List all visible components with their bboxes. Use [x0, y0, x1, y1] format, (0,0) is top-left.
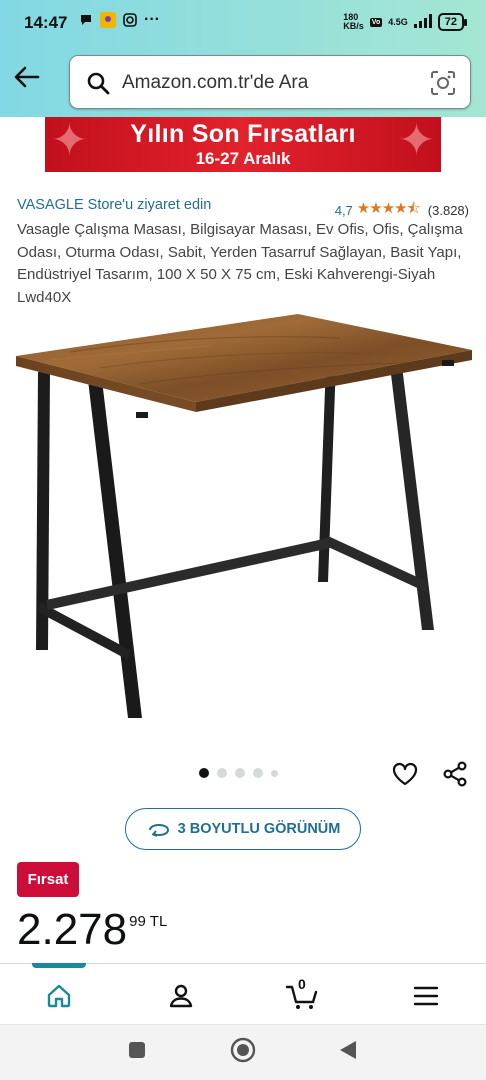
view-3d-label: 3 BOYUTLU GÖRÜNÜM: [177, 821, 341, 837]
triangle-back-icon: [340, 1041, 356, 1059]
net-speed: 180 KB/s: [343, 12, 364, 31]
camera-lens-icon[interactable]: [430, 70, 456, 101]
more-dots-icon: ···: [144, 11, 160, 28]
store-link[interactable]: VASAGLE Store'u ziyaret edin: [17, 197, 211, 213]
bottom-nav: 0: [0, 963, 486, 1023]
price-fraction: 99: [129, 913, 146, 930]
nav-menu[interactable]: [406, 976, 446, 1016]
app-badge-icon: [100, 12, 116, 28]
banner-subtitle: 16-27 Aralık: [195, 149, 291, 168]
product-title: Vasagle Çalışma Masası, Bilgisayar Masas…: [17, 221, 463, 306]
status-time: 14:47: [24, 13, 68, 32]
view-3d-button[interactable]: 3 BOYUTLU GÖRÜNÜM: [125, 808, 361, 850]
carousel-dot[interactable]: [235, 768, 245, 778]
carousel-dot[interactable]: [271, 769, 278, 777]
heart-icon: [392, 762, 418, 786]
search-input[interactable]: Amazon.com.tr'de Ara: [122, 72, 308, 94]
banner-title: Yılın Son Fırsatları: [130, 120, 356, 148]
square-icon: [129, 1042, 145, 1058]
battery-icon: 72: [437, 13, 468, 31]
user-icon: [169, 984, 193, 1008]
nav-home[interactable]: [39, 976, 79, 1016]
recent-apps-button[interactable]: [128, 1041, 146, 1064]
chat-icon: [78, 12, 94, 28]
share-icon: [443, 761, 467, 787]
back-system-button[interactable]: [338, 1039, 358, 1066]
rating-value: 4,7: [334, 203, 353, 218]
circle-icon: [230, 1037, 256, 1063]
promo-banner[interactable]: ✦ ✦ Yılın Son Fırsatları 16-27 Aralık: [45, 117, 441, 172]
home-system-button[interactable]: [230, 1037, 256, 1068]
price-whole: 2.278: [17, 905, 128, 954]
nav-active-indicator: [32, 963, 86, 968]
app-header: 14:47 ··· 180 KB/s Vo 4.5G 72 Amazon.com…: [0, 0, 486, 117]
volte-icon: Vo: [369, 17, 383, 27]
rating-count: (3.828): [427, 203, 469, 218]
share-button[interactable]: [441, 760, 469, 793]
carousel-dot[interactable]: [217, 768, 227, 778]
product-image[interactable]: [10, 310, 476, 730]
carousel-dot[interactable]: [253, 768, 263, 778]
status-bar: 14:47 ··· 180 KB/s Vo 4.5G 72: [0, 0, 486, 46]
back-button[interactable]: [12, 62, 44, 94]
network-type: 4.5G: [388, 17, 408, 27]
signal-icon: [413, 14, 432, 30]
system-indicators: 180 KB/s Vo 4.5G 72: [343, 12, 468, 31]
price: 2.278 99 TL: [17, 905, 167, 955]
price-currency: TL: [149, 913, 168, 930]
back-arrow-icon: [14, 66, 40, 88]
instagram-icon: [122, 12, 138, 28]
carousel-dot[interactable]: [199, 768, 209, 778]
image-carousel-dots[interactable]: [199, 768, 278, 778]
cart-count: 0: [298, 976, 306, 992]
wishlist-button[interactable]: [391, 760, 419, 793]
home-icon: [47, 984, 71, 1008]
menu-icon: [413, 986, 439, 1006]
search-bar[interactable]: Amazon.com.tr'de Ara: [69, 55, 471, 109]
rotate-3d-icon: [148, 823, 169, 837]
deal-badge: Fırsat: [17, 862, 79, 897]
nav-cart[interactable]: 0: [283, 976, 323, 1016]
system-nav-bar: [0, 1024, 486, 1080]
notification-icons: ···: [78, 11, 160, 28]
search-icon: [86, 71, 110, 100]
nav-account[interactable]: [161, 976, 201, 1016]
